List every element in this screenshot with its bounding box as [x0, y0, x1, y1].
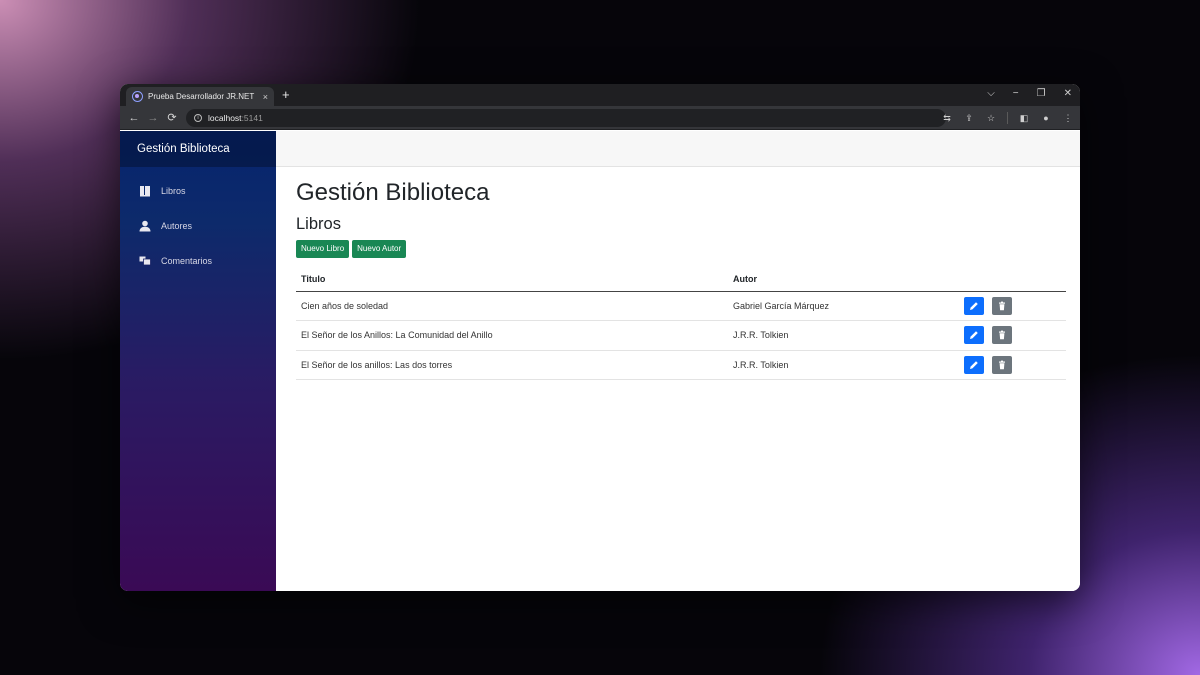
browser-tab[interactable]: Prueba Desarrollador JR.NET × [126, 87, 274, 106]
sidebar-item-comentarios[interactable]: Comentarios [120, 243, 276, 278]
sidebar-brand[interactable]: Gestión Biblioteca [120, 131, 276, 167]
edit-button[interactable] [964, 326, 984, 345]
forward-icon[interactable]: → [145, 112, 161, 124]
delete-button[interactable] [992, 355, 1012, 374]
bookmark-star-icon[interactable]: ☆ [985, 111, 997, 125]
pencil-icon [970, 331, 978, 340]
trash-icon [999, 360, 1005, 369]
tab-title: Prueba Desarrollador JR.NET [148, 92, 255, 101]
side-panel-icon[interactable]: ◧ [1018, 111, 1030, 125]
tab-close-icon[interactable]: × [263, 92, 268, 102]
table-row: Cien años de soledad Gabriel García Márq… [296, 291, 1066, 321]
trash-icon [999, 301, 1005, 310]
book-title-cell: Cien años de soledad [296, 291, 728, 321]
sidebar-item-libros[interactable]: Libros [120, 173, 276, 208]
book-author-cell: Gabriel García Márquez [728, 291, 954, 321]
edit-button[interactable] [964, 296, 984, 315]
page-content: Gestión Biblioteca Libros Nuevo Libro Nu… [276, 167, 1080, 380]
pencil-icon [970, 301, 978, 310]
row-actions-group [959, 326, 1066, 345]
top-row [276, 131, 1080, 167]
column-header-autor: Autor [728, 267, 954, 292]
table-header-row: Titulo Autor [296, 267, 1066, 292]
sidebar-item-label: Libros [161, 185, 186, 196]
column-header-actions [954, 267, 1066, 292]
pencil-icon [970, 360, 978, 369]
book-icon [139, 185, 151, 197]
blazor-favicon-icon [132, 91, 143, 102]
new-tab-button[interactable]: + [282, 87, 290, 103]
tab-search-icon[interactable]: ⌵ [987, 87, 995, 101]
books-table: Titulo Autor Cien años de soledad Gabrie… [296, 267, 1066, 380]
reload-icon[interactable]: ⟳ [164, 111, 180, 124]
row-actions [954, 320, 1066, 351]
row-actions [954, 291, 1066, 321]
sidebar-item-label: Comentarios [161, 255, 213, 266]
sidebar-item-label: Autores [161, 220, 193, 231]
person-icon [139, 220, 151, 232]
table-row: El Señor de los anillos: Las dos torres … [296, 350, 1066, 380]
url-port: :5141 [241, 113, 263, 123]
new-book-button[interactable]: Nuevo Libro [296, 240, 350, 258]
restore-icon[interactable]: ❐ [1037, 87, 1046, 101]
edit-button[interactable] [964, 355, 984, 374]
delete-button[interactable] [992, 326, 1012, 345]
trash-icon [999, 330, 1005, 340]
translate-icon[interactable]: ⇆ [941, 111, 953, 125]
url-host: localhost [208, 113, 242, 123]
profile-icon[interactable]: ● [1040, 111, 1052, 125]
toolbar-icons: ⇆ ⇪ ☆ ◧ ● ⋮ [941, 111, 1074, 125]
info-icon[interactable]: i [194, 114, 202, 122]
tab-bar: Prueba Desarrollador JR.NET × + ⌵ − ❐ ✕ [120, 84, 1080, 106]
minimize-icon[interactable]: − [1013, 87, 1019, 101]
new-author-button[interactable]: Nuevo Autor [352, 240, 407, 258]
share-icon[interactable]: ⇪ [963, 111, 975, 125]
window-controls: ⌵ − ❐ ✕ [987, 87, 1072, 101]
comments-icon [139, 255, 151, 267]
sidebar: Gestión Biblioteca Libros Autores Coment… [120, 131, 276, 591]
book-author-cell: J.R.R. Tolkien [728, 350, 954, 380]
app-container: Gestión Biblioteca Libros Autores Coment… [120, 131, 1080, 591]
book-author-cell: J.R.R. Tolkien [728, 320, 954, 351]
book-title-cell: El Señor de los anillos: Las dos torres [296, 350, 728, 380]
table-row: El Señor de los Anillos: La Comunidad de… [296, 320, 1066, 351]
section-title: Libros [296, 215, 341, 233]
delete-button[interactable] [992, 296, 1012, 315]
back-icon[interactable]: ← [126, 112, 142, 124]
main-area: Gestión Biblioteca Libros Nuevo Libro Nu… [276, 131, 1080, 591]
address-toolbar: ← → ⟳ i localhost :5141 ⇆ ⇪ ☆ ◧ ● ⋮ [120, 106, 1080, 130]
browser-window: Prueba Desarrollador JR.NET × + ⌵ − ❐ ✕ … [120, 84, 1080, 591]
page-title: Gestión Biblioteca [296, 179, 490, 206]
row-actions [954, 350, 1066, 380]
close-window-icon[interactable]: ✕ [1064, 87, 1072, 101]
address-bar[interactable]: i localhost :5141 [186, 109, 946, 127]
book-title-cell: El Señor de los Anillos: La Comunidad de… [296, 320, 728, 351]
toolbar-divider [1007, 112, 1008, 124]
row-actions-group [959, 355, 1066, 374]
column-header-titulo: Titulo [296, 267, 728, 292]
action-buttons: Nuevo Libro Nuevo Autor [296, 240, 1066, 258]
menu-icon[interactable]: ⋮ [1062, 111, 1074, 125]
row-actions-group [959, 296, 1066, 315]
sidebar-item-autores[interactable]: Autores [120, 208, 276, 243]
